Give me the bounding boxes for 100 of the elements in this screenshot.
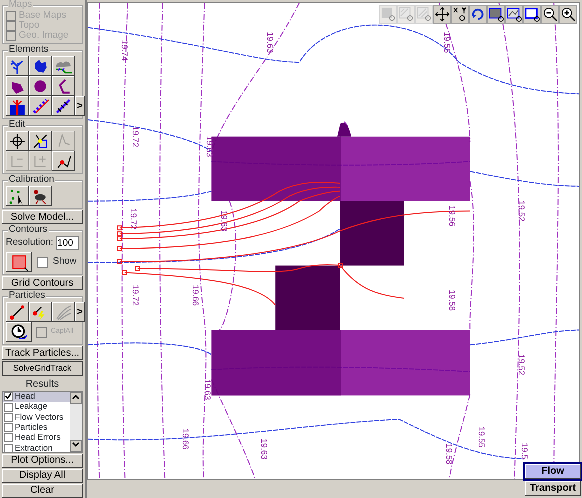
resolution-label: Resolution: [6, 238, 54, 248]
tool-button[interactable] [52, 56, 75, 76]
list-item[interactable]: Flow Vectors [3, 412, 70, 422]
toolbar-button[interactable] [433, 5, 451, 24]
lines-icon [55, 304, 72, 321]
zoom-window-icon [488, 7, 504, 22]
tool-button[interactable] [29, 186, 52, 206]
checkbox[interactable] [4, 402, 13, 412]
contour-label: 19.63 [266, 32, 276, 54]
contour-label: 19.56 [447, 206, 458, 227]
tool-button[interactable] [6, 56, 29, 76]
command-button[interactable]: Solve Model... [2, 210, 83, 224]
scroll-down-icon[interactable] [70, 440, 82, 452]
tool-button[interactable] [52, 76, 75, 96]
toolbar-button[interactable] [559, 5, 577, 24]
contour-label: 19.52 [517, 354, 528, 376]
command-button[interactable]: Grid Contours [2, 276, 83, 290]
command-button[interactable]: Clear [2, 484, 83, 498]
tool-button[interactable] [29, 302, 52, 322]
well-icon [9, 98, 26, 114]
zoom-box-icon [380, 7, 396, 22]
contour-label: 19.63 [204, 136, 215, 158]
clock-icon [10, 324, 28, 341]
zoom-out-icon [542, 7, 558, 22]
crosshair-icon [9, 132, 26, 150]
command-button[interactable]: SolveGridTrack [2, 361, 83, 376]
contour-label: 19.66 [190, 285, 201, 306]
contour-label: 19.55 [442, 32, 452, 54]
zoom-image-icon [506, 7, 522, 22]
timer-button[interactable] [6, 322, 32, 342]
zoom-window-icon [524, 7, 540, 22]
color-button[interactable] [6, 252, 32, 272]
contour-label: 19.58 [444, 444, 454, 465]
resolution-field[interactable]: 100 [56, 236, 79, 250]
contour-label: 19.74 [120, 40, 130, 62]
contour-label: 19.5 [520, 443, 530, 460]
contour-label: 19.63 [260, 438, 270, 460]
tool-button[interactable] [6, 76, 29, 96]
checkbox[interactable] [4, 412, 13, 422]
zoom-hatched-icon [416, 7, 432, 22]
scroll-bar[interactable] [70, 392, 82, 452]
more-button[interactable]: > [75, 302, 85, 322]
contour-label: 19.72 [130, 285, 141, 306]
line-icon [9, 304, 26, 321]
list-item[interactable]: Head [3, 392, 70, 402]
zoom-hatched-icon [398, 7, 414, 22]
toolbar-button[interactable] [523, 5, 541, 24]
list-item[interactable]: Leakage [3, 402, 70, 412]
tool-button[interactable] [29, 76, 52, 96]
contour-label: 19.63 [220, 210, 230, 232]
mode-tab[interactable]: Flow [525, 464, 581, 479]
rotate-icon [470, 7, 486, 22]
blob-icon [32, 58, 49, 74]
toolbar-button[interactable] [487, 5, 505, 24]
vertex-icon [32, 132, 49, 150]
bird-icon [32, 188, 49, 204]
list-item[interactable]: Head Errors [3, 432, 70, 444]
toolbar-button[interactable] [541, 5, 559, 24]
peak-shape [338, 122, 352, 137]
command-button[interactable]: Plot Options... [2, 454, 83, 468]
tool-button[interactable] [52, 302, 75, 322]
toolbar-button[interactable] [505, 5, 523, 24]
tool-button[interactable] [52, 151, 75, 171]
tool-button[interactable] [29, 96, 52, 116]
checkbox[interactable] [37, 256, 48, 268]
tool-button[interactable] [6, 186, 29, 206]
hatched-line-icon [55, 98, 72, 114]
list-item[interactable]: Extraction [3, 443, 70, 454]
group-title: Calibration [8, 175, 56, 186]
scroll-up-icon[interactable] [70, 392, 82, 404]
checkbox[interactable] [4, 392, 13, 402]
checkbox[interactable] [4, 433, 13, 442]
contour-label: 19.72 [130, 126, 141, 148]
section-title: Results [24, 378, 60, 390]
dashed-line-icon [32, 98, 49, 114]
toolbar-button[interactable] [451, 5, 469, 24]
contour-label: 19.72 [128, 208, 139, 230]
move-icon [434, 7, 450, 22]
coordinates-icon [452, 7, 468, 22]
tool-button[interactable] [6, 302, 29, 322]
checkbox[interactable] [4, 423, 13, 432]
tool-button[interactable] [29, 131, 52, 151]
tool-button[interactable] [52, 96, 75, 116]
circle-icon [32, 78, 49, 94]
checkbox[interactable] [4, 444, 13, 453]
list-item[interactable]: Particles [3, 422, 70, 433]
command-button[interactable]: Display All [2, 468, 83, 483]
tool-button[interactable] [6, 131, 29, 151]
color-swatch-icon [10, 254, 28, 271]
checkbox-label: Show [53, 256, 77, 268]
mode-tab[interactable]: Transport [525, 481, 581, 496]
contour-label: 19.66 [180, 428, 191, 450]
tool-button[interactable] [29, 56, 52, 76]
group-title: Edit [8, 120, 26, 130]
contour-label: 19.63 [202, 379, 213, 400]
toolbar-button[interactable] [469, 5, 487, 24]
more-button[interactable]: > [75, 96, 85, 116]
command-button[interactable]: Track Particles... [2, 346, 83, 360]
tool-button[interactable] [6, 96, 29, 116]
zoom-in-icon [560, 7, 576, 22]
